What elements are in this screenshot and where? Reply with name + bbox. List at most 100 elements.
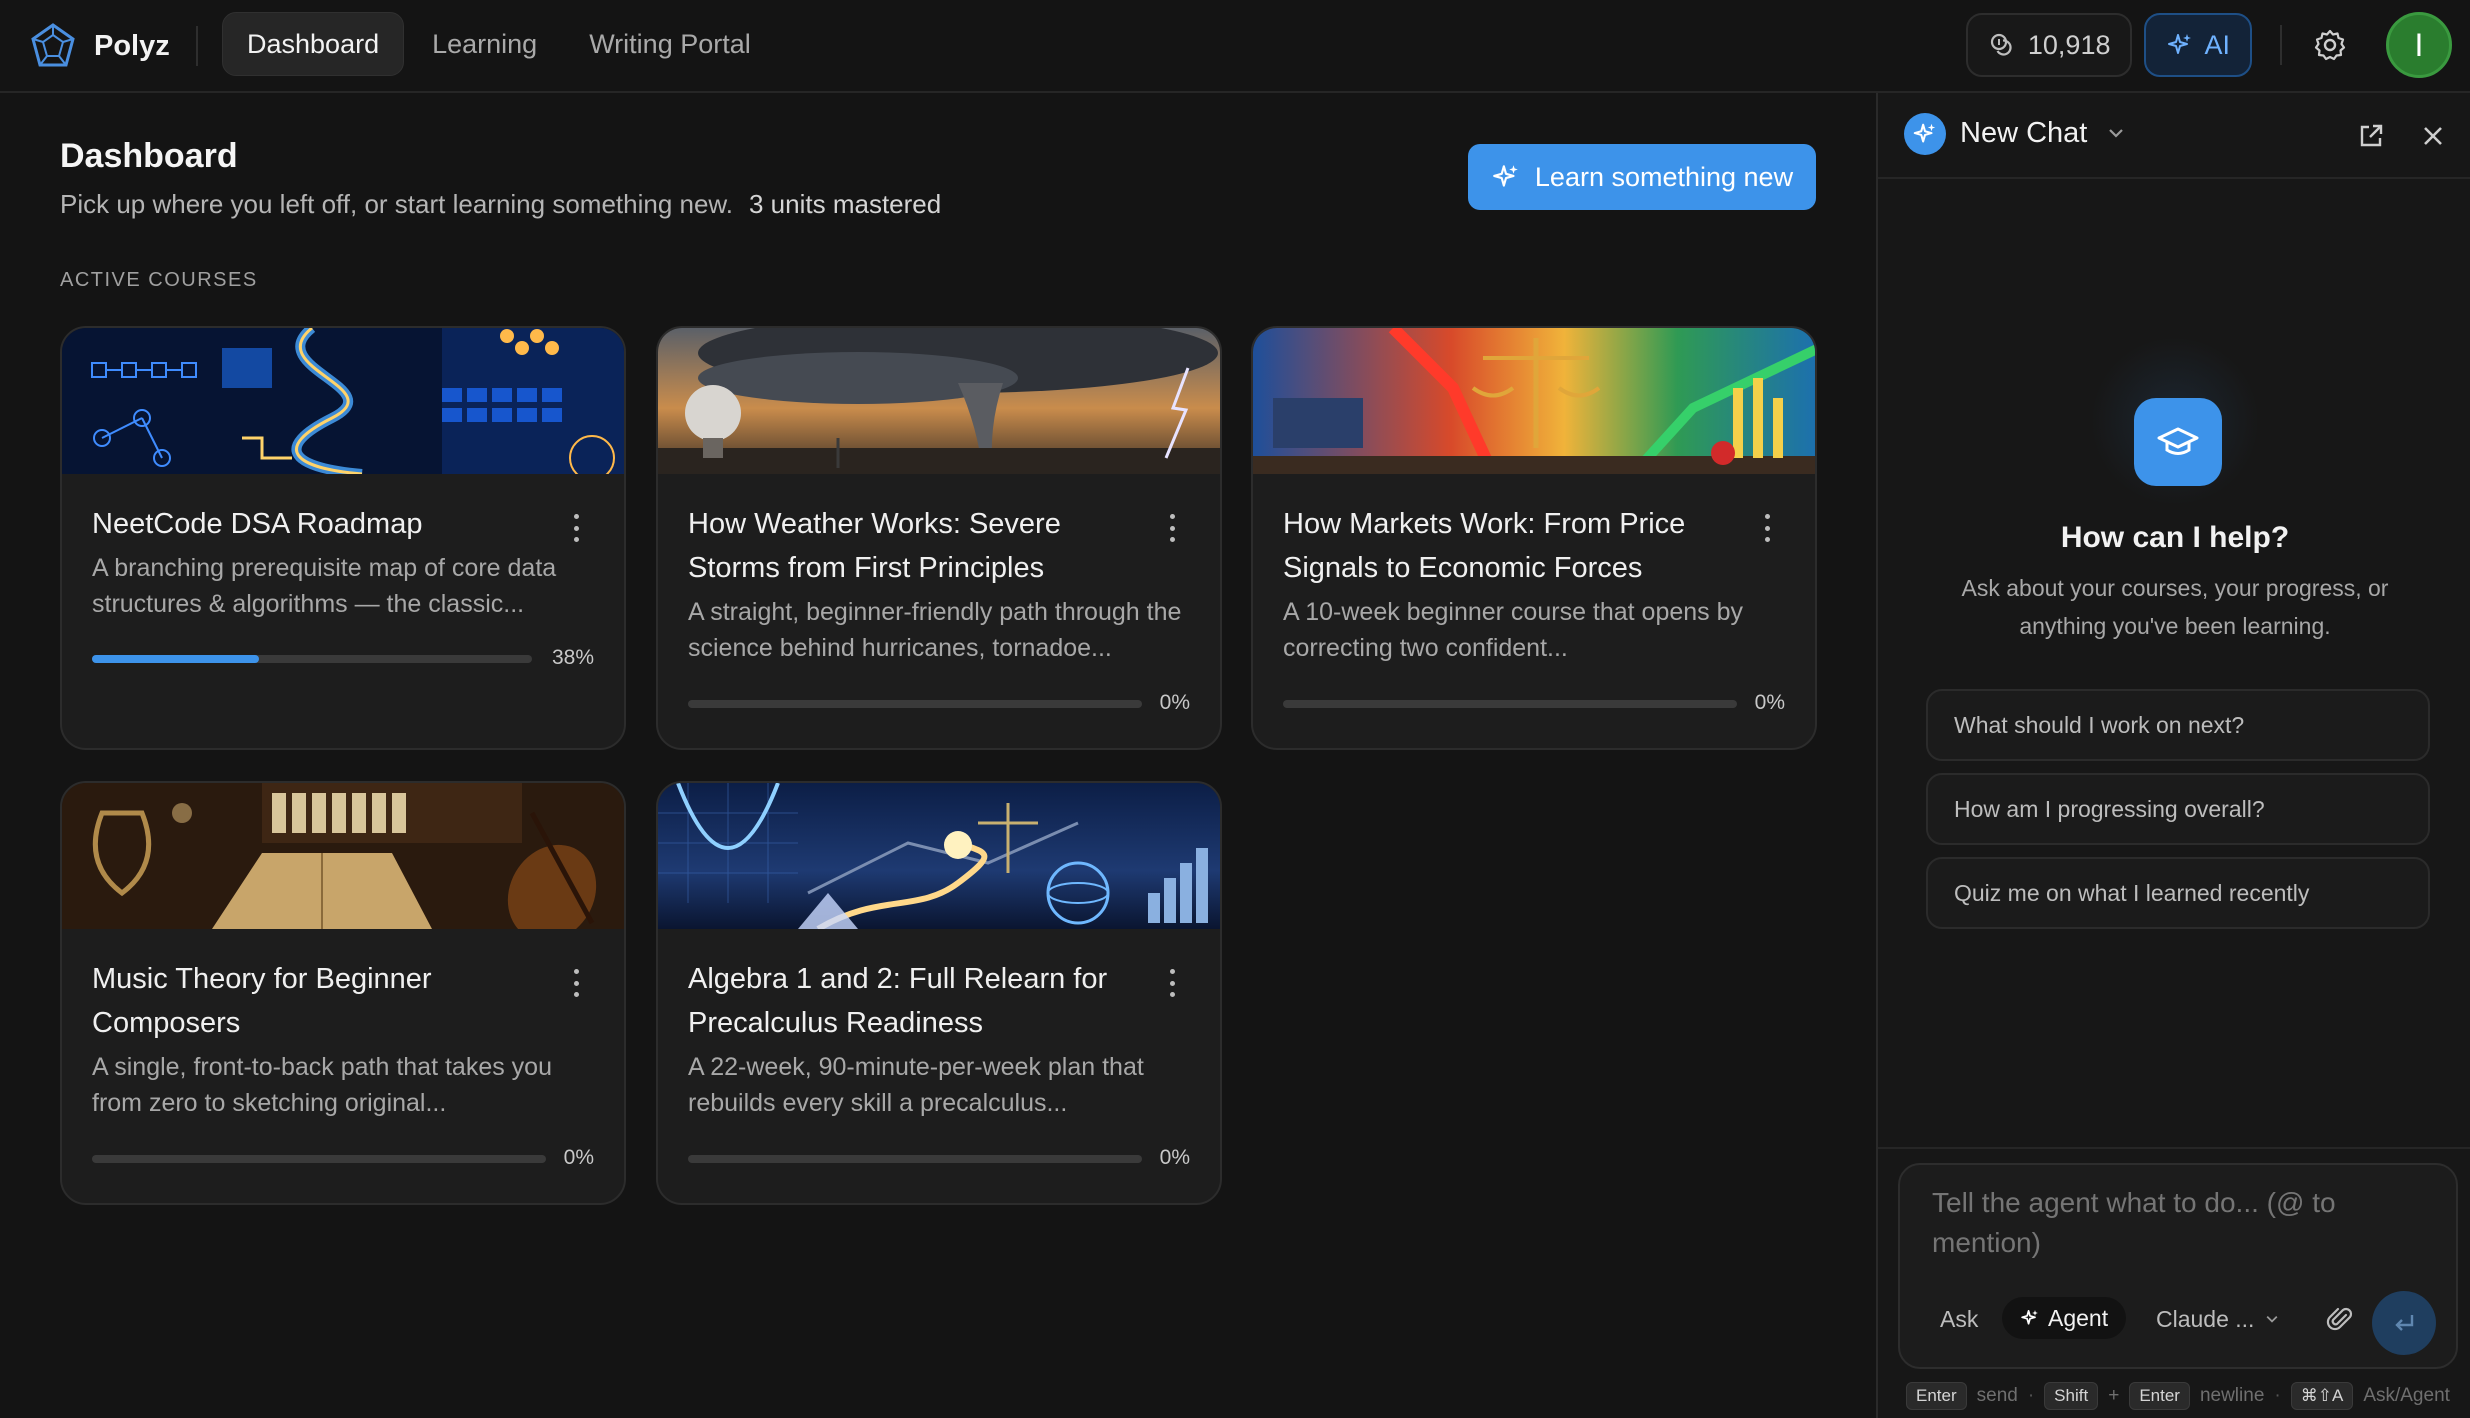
ai-label: AI xyxy=(2204,29,2230,60)
course-description: A branching prerequisite map of core dat… xyxy=(92,554,557,618)
send-button[interactable] xyxy=(2372,1291,2436,1355)
gear-icon xyxy=(2314,29,2346,61)
divider xyxy=(1878,1147,2470,1149)
enter-icon xyxy=(2395,1315,2414,1331)
course-image xyxy=(62,328,624,474)
mode-agent-button[interactable]: Agent xyxy=(2002,1297,2127,1339)
polyz-logo-icon xyxy=(31,23,75,67)
sparkles-icon xyxy=(1493,165,1518,187)
course-title: Algebra 1 and 2: Full Relearn for Precal… xyxy=(688,963,1108,1039)
kbd-enter: Enter xyxy=(2129,1382,2190,1410)
avatar[interactable]: I xyxy=(2386,12,2452,78)
sparkles-icon xyxy=(1913,123,1936,143)
suggestion-chip[interactable]: What should I work on next? xyxy=(1926,689,2430,761)
course-card-music[interactable]: Music Theory for Beginner Composers A si… xyxy=(60,781,626,1205)
kbd-shortcut: ⌘⇧A xyxy=(2290,1382,2354,1410)
graduation-cap-icon xyxy=(2134,398,2222,486)
dashboard-main: Dashboard Pick up where you left off, or… xyxy=(0,93,1876,1418)
divider xyxy=(2280,25,2282,65)
main-nav: Dashboard Learning Writing Portal xyxy=(222,12,775,76)
subtitle-text: Pick up where you left off, or start lea… xyxy=(60,189,733,219)
learn-button-label: Learn something new xyxy=(1534,161,1794,192)
progress-label: 0% xyxy=(1159,1146,1190,1169)
page-subtitle: Pick up where you left off, or start lea… xyxy=(60,189,941,220)
progress-fill xyxy=(92,655,260,663)
course-image xyxy=(62,783,624,929)
course-card-algebra[interactable]: Algebra 1 and 2: Full Relearn for Precal… xyxy=(656,781,1222,1205)
more-options-icon[interactable] xyxy=(1168,969,1176,997)
course-card-weather[interactable]: How Weather Works: Severe Storms from Fi… xyxy=(656,326,1222,750)
chat-input[interactable] xyxy=(1932,1183,2402,1267)
chat-logo-icon xyxy=(1904,113,1946,155)
settings-button[interactable] xyxy=(2310,25,2350,65)
model-name: Claude ... xyxy=(2156,1305,2255,1332)
tab-dashboard[interactable]: Dashboard xyxy=(222,12,405,76)
sparkles-icon xyxy=(2168,34,2192,54)
paperclip-icon[interactable] xyxy=(2324,1303,2356,1335)
chevron-down-icon[interactable] xyxy=(2106,123,2126,143)
more-options-icon[interactable] xyxy=(1763,514,1771,542)
agent-label: Agent xyxy=(2048,1304,2109,1331)
ai-button[interactable]: AI xyxy=(2144,13,2252,77)
progress-bar xyxy=(92,1155,546,1163)
course-title: How Markets Work: From Price Signals to … xyxy=(1283,508,1686,584)
separator-dot: · xyxy=(2027,1385,2035,1406)
more-options-icon[interactable] xyxy=(572,514,580,542)
kbd-enter: Enter xyxy=(1906,1382,1967,1410)
close-icon[interactable] xyxy=(2418,121,2448,151)
hint-ask-agent: Ask/Agent xyxy=(2363,1385,2450,1406)
separator-dot: · xyxy=(2274,1385,2281,1406)
course-card-markets[interactable]: How Markets Work: From Price Signals to … xyxy=(1251,326,1817,750)
course-description: A 10-week beginner course that opens by … xyxy=(1283,598,1744,662)
top-right-controls: 10,918 AI I xyxy=(1965,12,2452,78)
course-title: Music Theory for Beginner Composers xyxy=(92,963,432,1039)
more-options-icon[interactable] xyxy=(572,969,580,997)
progress-label: 0% xyxy=(1159,691,1190,714)
coins-icon xyxy=(1990,33,2012,56)
section-label: ACTIVE COURSES xyxy=(60,269,258,291)
app-name: Polyz xyxy=(94,29,170,62)
mode-ask-button[interactable]: Ask xyxy=(1920,1299,1998,1339)
more-options-icon[interactable] xyxy=(1168,514,1176,542)
top-bar: Polyz Dashboard Learning Writing Portal … xyxy=(0,0,2470,93)
suggestion-chip[interactable]: How am I progressing overall? xyxy=(1926,773,2430,845)
course-image xyxy=(1253,328,1815,474)
hint-newline: newline xyxy=(2199,1385,2265,1406)
keyboard-hints: Enter send · Shift + Enter newline · ⌘⇧A… xyxy=(1906,1381,2450,1411)
help-subtitle: Ask about your courses, your progress, o… xyxy=(1961,575,2389,639)
mastered-count: 3 units mastered xyxy=(749,189,942,219)
tab-writing-portal[interactable]: Writing Portal xyxy=(565,12,775,76)
chat-title[interactable]: New Chat xyxy=(1960,117,2087,150)
credits-value: 10,918 xyxy=(2027,29,2111,60)
progress-label: 0% xyxy=(563,1146,594,1169)
progress-bar xyxy=(1283,700,1737,708)
page-title: Dashboard xyxy=(60,137,238,175)
divider xyxy=(196,26,198,66)
external-link-icon[interactable] xyxy=(2356,121,2386,151)
progress-bar xyxy=(92,655,532,663)
suggestion-chip[interactable]: Quiz me on what I learned recently xyxy=(1926,857,2430,929)
progress-label: 38% xyxy=(551,646,594,669)
hint-send: send xyxy=(1976,1385,2018,1406)
course-title: NeetCode DSA Roadmap xyxy=(92,508,423,540)
course-description: A straight, beginner-friendly path throu… xyxy=(688,598,1182,662)
tab-learning[interactable]: Learning xyxy=(408,12,561,76)
credits-badge[interactable]: 10,918 xyxy=(1965,13,2133,77)
course-title: How Weather Works: Severe Storms from Fi… xyxy=(688,508,1061,584)
brand[interactable]: Polyz xyxy=(28,18,170,74)
course-card-neetcode[interactable]: NeetCode DSA Roadmap A branching prerequ… xyxy=(60,326,626,750)
chat-header: New Chat xyxy=(1878,93,2470,179)
course-image xyxy=(658,328,1220,474)
chevron-down-icon xyxy=(2267,1315,2278,1323)
chat-panel: New Chat How can I help? Ask about your … xyxy=(1876,93,2470,1418)
help-title: How can I help? xyxy=(2060,521,2290,554)
chat-composer: Ask Agent Claude ... xyxy=(1898,1163,2458,1369)
sparkles-icon xyxy=(2021,1310,2038,1325)
progress-bar xyxy=(688,700,1142,708)
course-image xyxy=(658,783,1220,929)
progress-bar xyxy=(688,1155,1142,1163)
kbd-shift: Shift xyxy=(2044,1382,2099,1410)
model-selector[interactable]: Claude ... xyxy=(2156,1299,2280,1339)
course-description: A 22-week, 90-minute-per-week plan that … xyxy=(688,1053,1144,1117)
learn-something-new-button[interactable]: Learn something new xyxy=(1468,144,1816,210)
